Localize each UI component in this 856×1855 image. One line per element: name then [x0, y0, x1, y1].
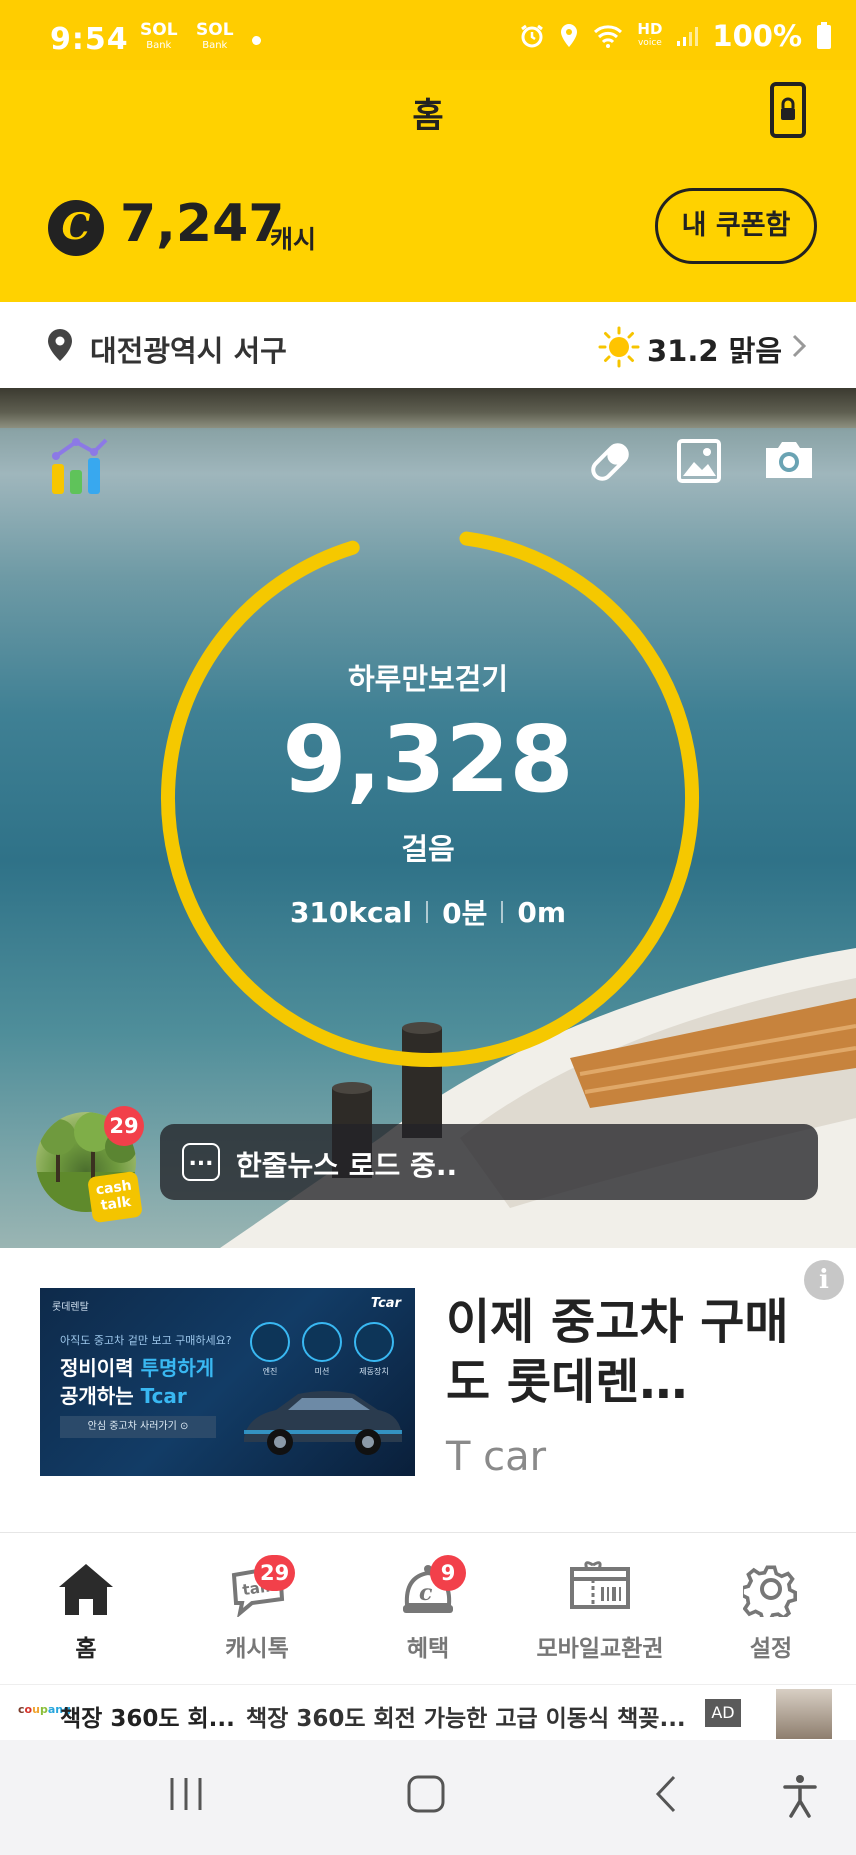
nav-mobile-voucher-label: 모바일교환권	[536, 1636, 664, 1662]
distance-value: 0m	[517, 895, 567, 929]
gear-icon	[740, 1561, 799, 1623]
ad-title[interactable]: 이제 중고차 구매도 롯데렌…	[446, 1292, 826, 1412]
cash-coin-icon: C	[48, 200, 104, 256]
home-icon	[57, 1561, 115, 1621]
minutes-value: 0분	[442, 897, 488, 930]
walk-metrics: 310kcal 0분 0m	[0, 892, 856, 932]
banner-logo: Tcar	[370, 1296, 401, 1311]
recent-apps-icon[interactable]	[166, 1774, 206, 1818]
page-title: 홈	[412, 96, 444, 136]
bottom-navigation: 홈 talk 29 캐시톡 c 9 혜택 모바일교환권 설정	[0, 1532, 856, 1684]
divider	[426, 901, 429, 923]
ad-advertiser: T car	[446, 1434, 547, 1480]
svg-text:c: c	[419, 1580, 433, 1606]
signal-icon	[676, 25, 699, 47]
status-time: 9:54	[50, 22, 129, 57]
gallery-icon[interactable]	[676, 438, 722, 488]
nav-benefits-label: 혜택	[406, 1636, 450, 1662]
coupang-ad-title: 책장 360도 회...	[60, 1706, 235, 1732]
banner-headline-1: 정비이력 투명하게	[60, 1356, 215, 1380]
car-image	[244, 1391, 402, 1455]
notification-dot	[252, 36, 261, 45]
cashtalk-avatar-badge: 29	[104, 1106, 144, 1146]
banner-headline-2: 공개하는 Tcar	[60, 1384, 187, 1408]
sunny-icon	[598, 326, 640, 372]
sol-bank-icon: SOL Bank	[140, 20, 178, 52]
nav-benefits[interactable]: c 9 혜택	[342, 1533, 514, 1685]
lock-screen-icon[interactable]	[770, 82, 806, 142]
coupang-ad-banner[interactable]: coupang 책장 360도 회... 책장 360도 회전 가능한 고급 이…	[0, 1684, 856, 1740]
wifi-icon	[593, 24, 623, 48]
battery-percent: 100%	[712, 19, 802, 53]
location-text: 대전광역시 서구	[90, 334, 287, 368]
nav-settings-label: 설정	[749, 1636, 793, 1662]
back-icon[interactable]	[652, 1774, 682, 1818]
news-text: 한줄뉴스 로드 중..	[236, 1149, 458, 1182]
nav-cashtalk-badge: 29	[254, 1555, 296, 1591]
location-icon	[559, 23, 579, 49]
ad-label: AD	[705, 1699, 741, 1727]
nav-cashtalk[interactable]: talk 29 캐시톡	[172, 1533, 342, 1685]
banner-feature-label: 제동장치	[359, 1367, 389, 1376]
engine-icon	[250, 1322, 290, 1362]
product-thumbnail	[776, 1689, 832, 1739]
banner-cta: 안심 중고차 사러가기 ⊙	[60, 1416, 216, 1438]
cash-unit: 캐시	[270, 225, 317, 254]
banner-feature-label: 엔진	[262, 1367, 278, 1376]
calories-value: 310kcal	[289, 895, 413, 929]
nav-home[interactable]: 홈	[0, 1533, 172, 1685]
stats-chart-icon[interactable]	[48, 434, 112, 500]
transmission-icon	[302, 1322, 342, 1362]
my-coupons-button[interactable]: 내 쿠폰함	[655, 188, 817, 264]
background-photo-shore	[0, 388, 856, 428]
pill-icon[interactable]	[586, 438, 634, 490]
home-button-icon[interactable]	[406, 1774, 446, 1818]
nav-settings[interactable]: 설정	[686, 1533, 856, 1685]
nav-home-label: 홈	[75, 1636, 97, 1662]
news-ticker[interactable]: ... 한줄뉴스 로드 중..	[160, 1124, 818, 1200]
accessibility-icon[interactable]	[782, 1774, 818, 1822]
camera-icon[interactable]	[762, 438, 816, 486]
location-weather-bar[interactable]: 대전광역시 서구 31.2 맑음	[0, 302, 856, 388]
weather-text: 31.2 맑음	[647, 334, 783, 368]
ad-card[interactable]: i 롯데렌탈 Tcar 아직도 중고차 겉만 보고 구매하세요? 정비이력 투명…	[0, 1248, 856, 1532]
brake-icon	[354, 1322, 394, 1362]
cash-balance[interactable]: 7,247	[120, 194, 284, 254]
walk-title: 하루만보걷기	[347, 662, 509, 696]
banner-question: 아직도 중고차 겉만 보고 구매하세요?	[60, 1334, 232, 1347]
system-navigation-bar	[0, 1740, 856, 1855]
walk-hero: 하루만보걷기 9,328 걸음 310kcal 0분 0m 29 cash tal…	[0, 388, 856, 1248]
divider	[501, 901, 504, 923]
chevron-right-icon	[790, 332, 808, 364]
banner-brand: 롯데렌탈	[52, 1302, 89, 1313]
nav-cashtalk-label: 캐시톡	[225, 1636, 289, 1662]
location-pin-icon	[46, 328, 74, 366]
banner-feature-label: 미션	[314, 1367, 330, 1376]
more-dots-icon: ...	[182, 1143, 220, 1181]
coupang-ad-description: 책장 360도 회전 가능한 고급 이동식 책꽂...	[246, 1706, 686, 1732]
battery-icon	[816, 22, 832, 50]
ad-banner-image[interactable]: 롯데렌탈 Tcar 아직도 중고차 겉만 보고 구매하세요? 정비이력 투명하게…	[40, 1288, 415, 1476]
step-unit: 걸음	[401, 832, 455, 866]
status-bar: 9:54 SOL Bank SOL Bank HD voice 100%	[0, 0, 856, 70]
voucher-icon	[569, 1561, 631, 1615]
alarm-icon	[519, 23, 545, 49]
step-count: 9,328	[282, 706, 574, 813]
nav-benefits-badge: 9	[430, 1555, 466, 1591]
hd-voice-icon: HD voice	[637, 20, 663, 49]
sol-bank-icon-2: SOL Bank	[196, 20, 234, 52]
cashtalk-logo: cash talk	[87, 1170, 143, 1224]
nav-mobile-voucher[interactable]: 모바일교환권	[514, 1533, 686, 1685]
